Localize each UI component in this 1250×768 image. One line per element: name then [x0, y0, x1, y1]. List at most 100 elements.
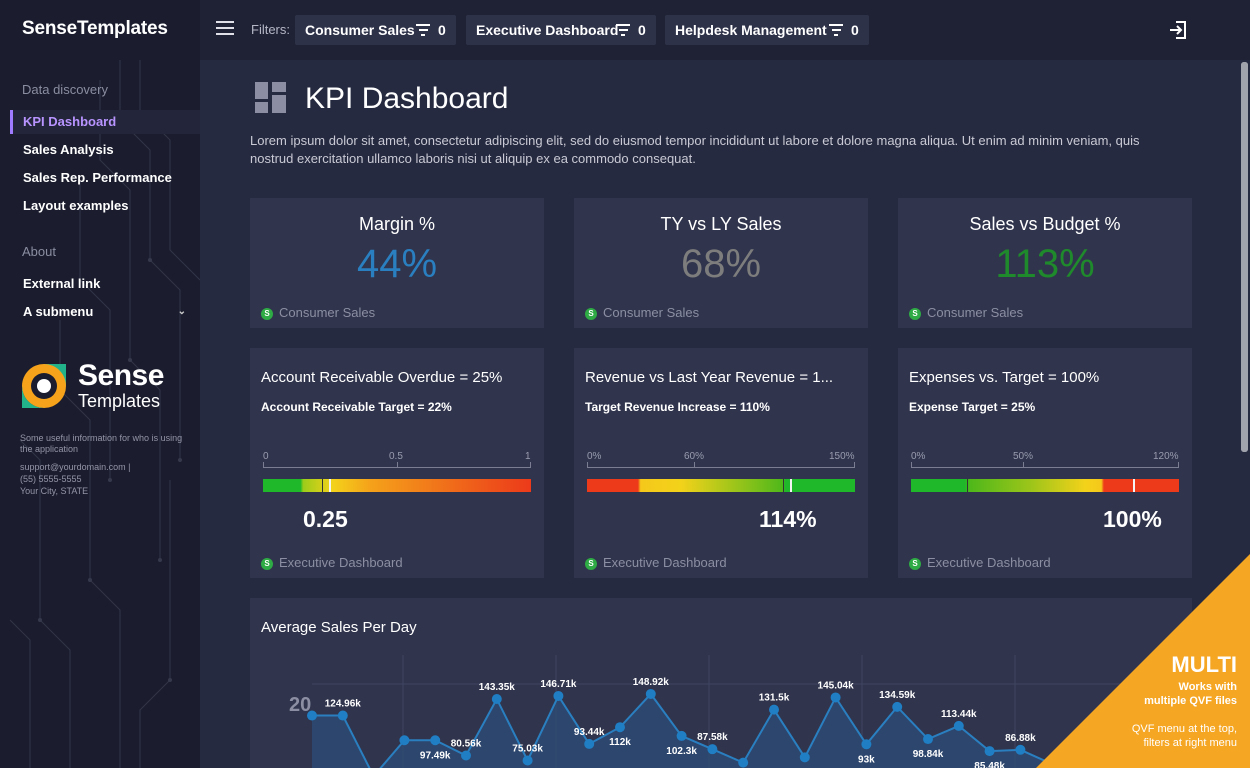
- data-point: [923, 734, 933, 745]
- kpi-card-ty-vs-ly[interactable]: TY vs LY Sales 68% S Consumer Sales: [574, 198, 868, 328]
- scrollbar-thumb[interactable]: [1241, 62, 1248, 452]
- gauge-title: Expenses vs. Target = 100%: [909, 369, 1100, 386]
- kpi-card-sales-vs-budget[interactable]: Sales vs Budget % 113% S Consumer Sales: [898, 198, 1192, 328]
- gauge-axis-tick: [587, 462, 588, 468]
- data-label: 75.03k: [512, 743, 543, 754]
- sidebar-item-sales-analysis[interactable]: Sales Analysis: [10, 138, 200, 162]
- gauge-axis-tick: [694, 462, 695, 468]
- data-label: 93.44k: [574, 727, 605, 738]
- promo-line3: QVF menu at the top,: [1131, 723, 1237, 735]
- gauge-card-receivable[interactable]: Account Receivable Overdue = 25% Account…: [250, 348, 544, 578]
- gauge-axis-tick: [1023, 462, 1024, 468]
- exit-icon[interactable]: [1168, 20, 1188, 40]
- gauge-tick-label: 150%: [829, 451, 855, 462]
- data-point: [984, 746, 995, 757]
- gauge-card-revenue[interactable]: Revenue vs Last Year Revenue = 1... Targ…: [574, 348, 868, 578]
- sheet-source-icon: S: [585, 308, 597, 320]
- menu-icon[interactable]: [216, 21, 234, 37]
- data-point: [861, 739, 872, 750]
- data-point: [491, 693, 502, 704]
- sheet-source-icon: S: [261, 308, 273, 320]
- source-label: Executive Dashboard: [927, 555, 1051, 570]
- gauge-axis-tick: [530, 462, 531, 468]
- filter-icon: [416, 24, 430, 36]
- source-label: Consumer Sales: [279, 305, 376, 320]
- data-label: 143.35k: [479, 682, 516, 693]
- sidebar-section-data-discovery: Data discovery: [22, 82, 108, 97]
- brand-title: SenseTemplates: [22, 18, 168, 39]
- gauge-value: 100%: [1103, 506, 1162, 532]
- sidebar-item-kpi-dashboard[interactable]: KPI Dashboard: [10, 110, 200, 134]
- logo-mark-icon: [22, 364, 66, 408]
- data-label: 86.88k: [1005, 733, 1036, 744]
- kpi-value: 44%: [356, 242, 438, 286]
- kpi-value: 113%: [995, 242, 1095, 286]
- gauge-title: Revenue vs Last Year Revenue = 1...: [585, 369, 834, 386]
- source-label: Executive Dashboard: [603, 555, 727, 570]
- data-point: [337, 710, 348, 721]
- logo-word-sense: Sense: [78, 359, 164, 392]
- data-label: 97.49k: [420, 750, 451, 761]
- data-label: 112k: [609, 737, 631, 748]
- gauge-tick-label: 50%: [1013, 451, 1034, 462]
- data-point: [645, 688, 656, 699]
- sidebar: SenseTemplates Data discovery KPI Dashbo…: [0, 0, 200, 768]
- sidebar-contact-phone: (55) 5555-5555: [20, 474, 82, 484]
- page-title: KPI Dashboard: [305, 82, 509, 115]
- data-label: 98.84k: [913, 749, 944, 760]
- data-label: 124.96k: [325, 699, 362, 710]
- kpi-title: TY vs LY Sales: [660, 214, 782, 234]
- sidebar-contact-address: Your City, STATE: [20, 486, 89, 496]
- data-point: [522, 755, 533, 766]
- gauge-source: S Executive Dashboard: [909, 555, 1051, 570]
- top-bar: Filters: Consumer Sales 0 Executive Dash…: [200, 0, 1250, 60]
- data-label: 148.92k: [633, 677, 670, 688]
- promo-banner: MULTI Works with multiple QVF files QVF …: [1036, 554, 1250, 768]
- filter-chip-executive-dashboard[interactable]: Executive Dashboard 0: [466, 15, 656, 45]
- kpi-value: 68%: [680, 242, 762, 286]
- data-point: [307, 710, 317, 721]
- sidebar-item-layout-examples[interactable]: Layout examples: [10, 194, 200, 218]
- gauge-value: 0.25: [303, 506, 348, 532]
- sidebar-item-external-link[interactable]: External link: [10, 272, 200, 296]
- sidebar-item-label: Layout examples: [23, 198, 129, 213]
- promo-line4: filters at right menu: [1143, 737, 1237, 749]
- sidebar-item-sales-rep-performance[interactable]: Sales Rep. Performance: [10, 166, 200, 190]
- data-point: [430, 735, 441, 746]
- gauge-tick-label: 0.5: [389, 451, 403, 462]
- filter-count: 0: [638, 22, 646, 38]
- sidebar-section-about: About: [22, 244, 56, 259]
- sheet-source-icon: S: [909, 308, 921, 320]
- gauge-tick-label: 120%: [1153, 451, 1179, 462]
- gauge-axis: [587, 467, 855, 468]
- data-point: [953, 720, 964, 731]
- gauge-target-marker: [966, 479, 968, 492]
- gauge-card-expenses[interactable]: Expenses vs. Target = 100% Expense Targe…: [898, 348, 1192, 578]
- sense-templates-logo: Sense Templates: [20, 359, 190, 412]
- gauge-subtitle: Target Revenue Increase = 110%: [585, 400, 770, 414]
- data-label: 87.58k: [697, 732, 728, 743]
- gauge-title: Account Receivable Overdue = 25%: [261, 369, 503, 386]
- gauge-tick-label: 0%: [587, 451, 602, 462]
- gauge-subtitle: Expense Target = 25%: [909, 400, 1036, 414]
- filter-chip-label: Executive Dashboard: [476, 22, 619, 38]
- promo-line2: multiple QVF files: [1144, 695, 1237, 707]
- gauge-bar: [587, 479, 855, 492]
- kpi-card-margin[interactable]: Margin % 44% S Consumer Sales: [250, 198, 544, 328]
- filter-chip-consumer-sales[interactable]: Consumer Sales 0: [295, 15, 456, 45]
- data-point: [553, 690, 564, 701]
- data-label: 131.5k: [759, 693, 790, 704]
- gauge-tick-label: 1: [525, 451, 531, 462]
- filter-icon: [829, 24, 843, 36]
- data-label: 93k: [858, 754, 875, 765]
- gauge-target-marker: [321, 479, 323, 492]
- kpi-source: S Consumer Sales: [261, 305, 375, 320]
- data-point: [769, 704, 779, 715]
- data-label: 134.59k: [879, 690, 916, 701]
- data-point: [892, 701, 903, 712]
- page-description: Lorem ipsum dolor sit amet, consectetur …: [250, 133, 1140, 166]
- logo-word-templates: Templates: [78, 391, 161, 411]
- sidebar-item-submenu[interactable]: A submenu ⌄: [10, 300, 200, 324]
- filter-chip-helpdesk-management[interactable]: Helpdesk Management 0: [665, 15, 869, 45]
- gauge-subtitle: Account Receivable Target = 22%: [261, 400, 452, 414]
